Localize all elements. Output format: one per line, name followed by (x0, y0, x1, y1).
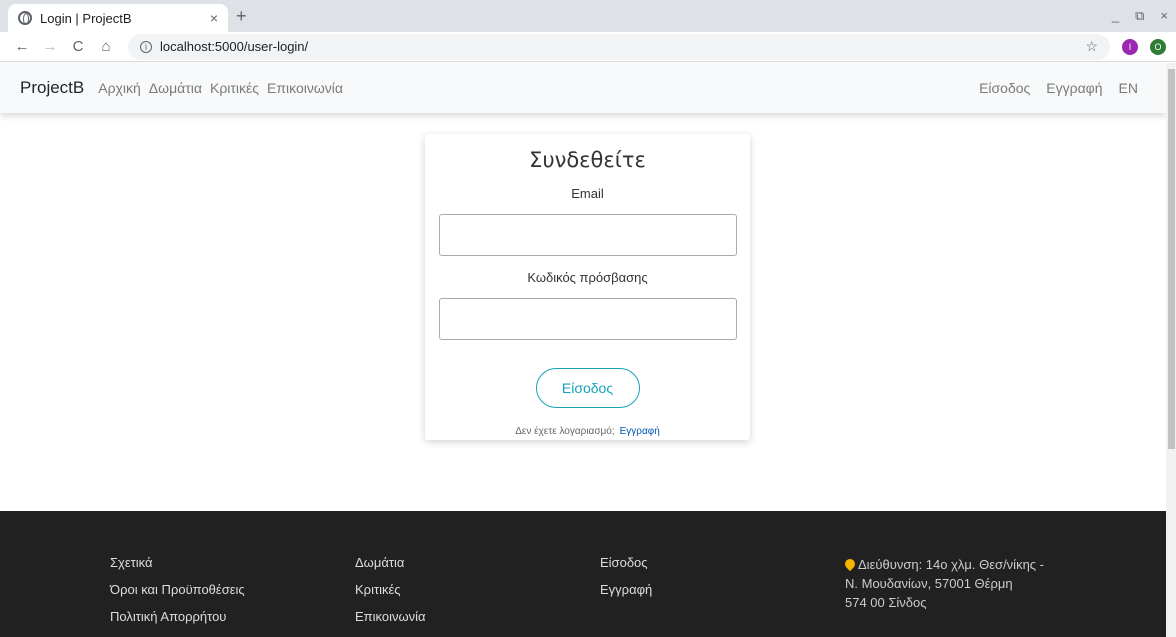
browser-tabstrip: Login | ProjectB × + _ ⧉ × (0, 0, 1176, 32)
restore-icon[interactable]: ⧉ (1135, 8, 1144, 24)
address-bar[interactable]: i localhost:5000/user-login/ ☆ (128, 33, 1110, 60)
site-footer: Σχετικά Όροι και Προϋποθέσεις Πολιτική Α… (0, 511, 1166, 637)
nav-link-login[interactable]: Είσοδος (979, 80, 1030, 96)
password-label: Κωδικός πρόσβασης (527, 270, 648, 285)
no-account-text: Δεν έχετε λογαριασμό; (515, 426, 615, 437)
globe-icon (18, 11, 32, 25)
footer-link-contact[interactable]: Επικοινωνία (355, 609, 426, 624)
address-text: Διεύθυνση: 14ο χλμ. Θεσ/νίκης - Ν. Μουδα… (845, 557, 1044, 591)
browser-toolbar: ← → C ⌂ i localhost:5000/user-login/ ☆ I… (0, 32, 1176, 62)
footer-link-rooms[interactable]: Δωμάτια (355, 555, 426, 570)
register-prompt: Δεν έχετε λογαριασμό; Εγγραφή (425, 426, 750, 437)
url-text: localhost:5000/user-login/ (160, 39, 309, 54)
home-icon[interactable]: ⌂ (94, 38, 118, 55)
site-navbar: ProjectB Αρχική Δωμάτια Κριτικές Επικοιν… (0, 63, 1166, 113)
login-card: Συνδεθείτε Email Κωδικός πρόσβασης Είσοδ… (425, 134, 750, 440)
footer-link-login[interactable]: Είσοδος (600, 555, 652, 570)
forward-icon[interactable]: → (38, 38, 62, 55)
nav-link-register[interactable]: Εγγραφή (1046, 80, 1102, 96)
footer-link-reviews[interactable]: Κριτικές (355, 582, 426, 597)
map-pin-icon (842, 556, 858, 572)
back-icon[interactable]: ← (10, 38, 34, 55)
nav-link-contact[interactable]: Επικοινωνία (267, 80, 343, 96)
login-title: Συνδεθείτε (529, 148, 646, 172)
new-tab-button[interactable]: + (236, 6, 247, 27)
tab-title: Login | ProjectB (40, 10, 132, 26)
minimize-icon[interactable]: _ (1112, 8, 1119, 24)
footer-link-about[interactable]: Σχετικά (110, 555, 245, 570)
window-controls: _ ⧉ × (1112, 8, 1168, 24)
scrollbar-thumb[interactable] (1168, 69, 1175, 449)
footer-col-info: Σχετικά Όροι και Προϋποθέσεις Πολιτική Α… (110, 555, 245, 636)
reload-icon[interactable]: C (66, 38, 90, 55)
nav-link-rooms[interactable]: Δωμάτια (149, 80, 202, 96)
profile-extension-icon[interactable]: I (1122, 38, 1138, 55)
password-field[interactable] (438, 298, 737, 340)
bookmark-star-icon[interactable]: ☆ (1085, 38, 1098, 55)
extension-icon[interactable]: O (1150, 38, 1166, 55)
address-city: 574 00 Σίνδος (845, 595, 927, 610)
page-scrollbar[interactable] (1166, 63, 1176, 637)
footer-link-terms[interactable]: Όροι και Προϋποθέσεις (110, 582, 245, 597)
email-field[interactable] (438, 214, 737, 256)
tab-close-icon[interactable]: × (210, 10, 218, 26)
language-switch[interactable]: EN (1119, 80, 1138, 96)
register-link[interactable]: Εγγραφή (620, 426, 660, 437)
info-icon[interactable]: i (140, 40, 152, 53)
close-window-icon[interactable]: × (1160, 8, 1168, 24)
login-button[interactable]: Είσοδος (535, 368, 640, 408)
footer-link-register[interactable]: Εγγραφή (600, 582, 652, 597)
email-label: Email (571, 186, 604, 201)
footer-link-privacy[interactable]: Πολιτική Απορρήτου (110, 609, 245, 624)
nav-link-home[interactable]: Αρχική (98, 80, 141, 96)
footer-col-account: Είσοδος Εγγραφή (600, 555, 652, 609)
brand-logo[interactable]: ProjectB (20, 78, 84, 98)
nav-link-reviews[interactable]: Κριτικές (210, 80, 259, 96)
footer-address: Διεύθυνση: 14ο χλμ. Θεσ/νίκης - Ν. Μουδα… (842, 555, 1045, 612)
footer-col-nav: Δωμάτια Κριτικές Επικοινωνία (355, 555, 426, 636)
browser-tab[interactable]: Login | ProjectB × (8, 4, 228, 32)
